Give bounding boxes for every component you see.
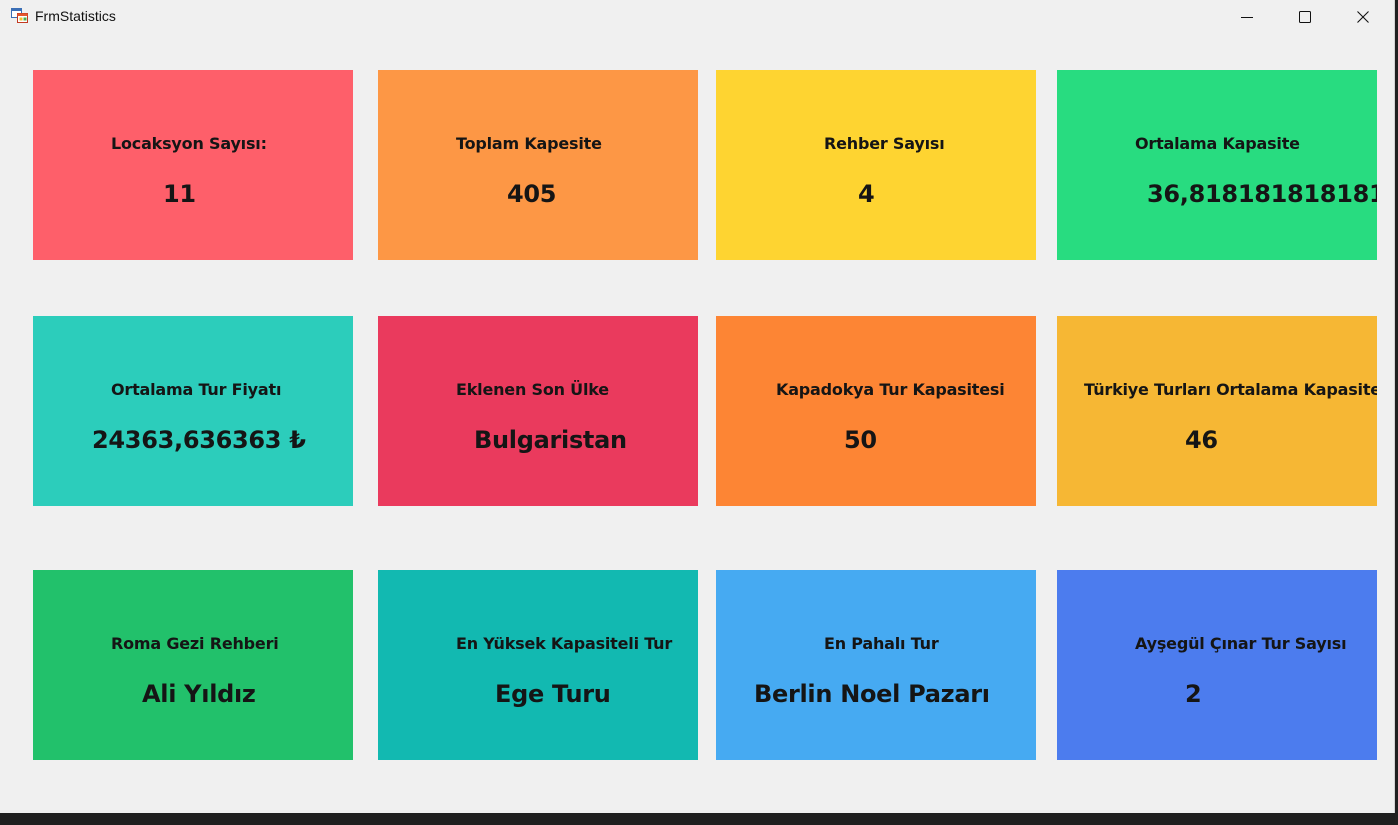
app-window: FrmStatistics Locaksyon Sayısı: 11 Topla… — [0, 0, 1395, 813]
card-value: 50 — [844, 426, 877, 454]
card-average-capacity: Ortalama Kapasite 36,8181818181818 — [1057, 70, 1377, 260]
card-last-added-country: Eklenen Son Ülke Bulgaristan — [378, 316, 698, 506]
card-highest-capacity-tour: En Yüksek Kapasiteli Tur Ege Turu — [378, 570, 698, 760]
card-value: Berlin Noel Pazarı — [754, 680, 990, 708]
title-bar[interactable]: FrmStatistics — [0, 0, 1394, 34]
card-label: Locaksyon Sayısı: — [111, 134, 267, 153]
card-label: Kapadokya Tur Kapasitesi — [776, 380, 1005, 399]
card-value: 405 — [507, 180, 557, 208]
maximize-button[interactable] — [1276, 0, 1334, 34]
card-aysegul-tour-count: Ayşegül Çınar Tur Sayısı 2 — [1057, 570, 1377, 760]
card-location-count: Locaksyon Sayısı: 11 — [33, 70, 353, 260]
close-icon — [1357, 11, 1369, 23]
card-value: 46 — [1185, 426, 1218, 454]
card-cappadocia-capacity: Kapadokya Tur Kapasitesi 50 — [716, 316, 1036, 506]
card-label: Roma Gezi Rehberi — [111, 634, 279, 653]
card-label: Toplam Kapesite — [456, 134, 602, 153]
card-label: En Yüksek Kapasiteli Tur — [456, 634, 673, 653]
card-average-tour-price: Ortalama Tur Fiyatı 24363,636363 ₺ — [33, 316, 353, 506]
card-label: Ortalama Kapasite — [1135, 134, 1300, 153]
minimize-button[interactable] — [1218, 0, 1276, 34]
card-value: 4 — [858, 180, 875, 208]
card-guide-count: Rehber Sayısı 4 — [716, 70, 1036, 260]
window-title: FrmStatistics — [35, 8, 116, 24]
card-total-capacity: Toplam Kapesite 405 — [378, 70, 698, 260]
card-value: 36,8181818181818 — [1147, 180, 1377, 208]
card-turkey-tours-average-capacity: Türkiye Turları Ortalama Kapasite 46 — [1057, 316, 1377, 506]
card-label: Türkiye Turları Ortalama Kapasite — [1084, 380, 1377, 399]
card-rome-guide: Roma Gezi Rehberi Ali Yıldız — [33, 570, 353, 760]
minimize-icon — [1241, 17, 1253, 18]
app-form-icon — [11, 8, 28, 23]
card-value: 2 — [1185, 680, 1202, 708]
card-value: 11 — [163, 180, 196, 208]
card-label: Ayşegül Çınar Tur Sayısı — [1135, 634, 1347, 653]
card-value: Ege Turu — [495, 680, 611, 708]
maximize-icon — [1299, 11, 1311, 23]
card-label: Rehber Sayısı — [824, 134, 945, 153]
card-label: Ortalama Tur Fiyatı — [111, 380, 282, 399]
card-most-expensive-tour: En Pahalı Tur Berlin Noel Pazarı — [716, 570, 1036, 760]
close-button[interactable] — [1334, 0, 1392, 34]
card-value: Bulgaristan — [474, 426, 627, 454]
card-value: 24363,636363 ₺ — [92, 426, 306, 454]
card-label: Eklenen Son Ülke — [456, 380, 609, 399]
card-value: Ali Yıldız — [142, 680, 256, 708]
card-label: En Pahalı Tur — [824, 634, 939, 653]
